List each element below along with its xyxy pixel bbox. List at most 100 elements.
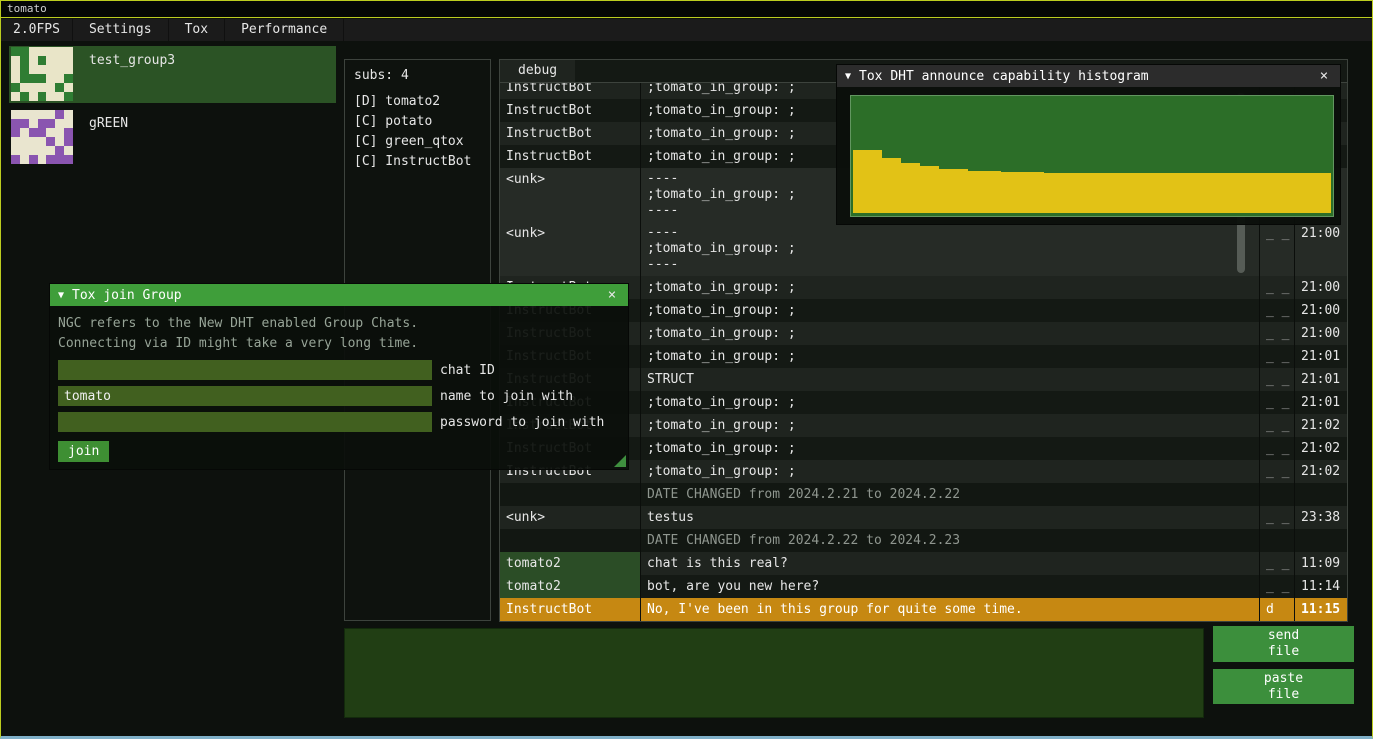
message-text: No, I've been in this group for quite so…: [640, 598, 1259, 622]
message-time: 21:01: [1294, 368, 1347, 391]
join-name-input-label: name to join with: [440, 389, 573, 404]
join-button[interactable]: join: [58, 441, 109, 462]
group-name: gREEN: [89, 116, 128, 131]
message-time: 21:00: [1294, 222, 1347, 276]
histogram-bar: [1001, 172, 1044, 213]
histogram-plot[interactable]: [850, 95, 1334, 217]
sender-name: InstructBot: [500, 145, 640, 168]
window-title: tomato: [7, 2, 47, 15]
delivery-flags: _ _: [1259, 414, 1294, 437]
message-time: [1294, 483, 1347, 506]
join-group-title: Tox join Group: [72, 288, 604, 303]
paste-file-button[interactable]: paste file: [1213, 669, 1354, 704]
message-time: 21:00: [1294, 276, 1347, 299]
send-file-button[interactable]: send file: [1213, 626, 1354, 662]
delivery-flags: _ _: [1259, 345, 1294, 368]
close-icon[interactable]: ×: [604, 287, 620, 303]
fps-indicator: 2.0FPS: [1, 19, 73, 41]
member-item[interactable]: [C] green_qtox: [354, 132, 481, 152]
delivery-flags: [1259, 529, 1294, 552]
delivery-flags: _ _: [1259, 368, 1294, 391]
member-list: [D] tomato2[C] potato[C] green_qtox[C] I…: [354, 92, 481, 172]
delivery-flags: _ _: [1259, 322, 1294, 345]
tab-debug[interactable]: debug: [500, 60, 575, 82]
message-time: 21:00: [1294, 322, 1347, 345]
chat-id-input-label: chat ID: [440, 363, 495, 378]
message-time: 23:38: [1294, 506, 1347, 529]
delivery-flags: _ _: [1259, 460, 1294, 483]
join-fields: chat ID name to join with password to join…: [58, 360, 620, 432]
delivery-flags: _ _: [1259, 552, 1294, 575]
menu-item-tox[interactable]: Tox: [169, 19, 225, 41]
sender-name: tomato2: [500, 575, 640, 598]
message-time: 11:14: [1294, 575, 1347, 598]
join-field-row: chat ID: [58, 360, 620, 380]
histogram-bar: [882, 158, 901, 213]
message-text: ----;tomato_in_group: ;----: [640, 222, 1259, 276]
resize-grip[interactable]: [614, 455, 626, 467]
sender-name: tomato2: [500, 552, 640, 575]
sender-name: <unk>: [500, 222, 640, 276]
app-window: tomato 2.0FPS SettingsToxPerformance tes…: [0, 0, 1373, 739]
sender-name: InstructBot: [500, 598, 640, 622]
group-name: test_group3: [89, 53, 175, 68]
close-icon[interactable]: ×: [1316, 68, 1332, 84]
histogram-bar: [901, 163, 920, 213]
message-time: 11:15: [1294, 598, 1347, 622]
histogram-titlebar[interactable]: ▼ Tox DHT announce capability histogram …: [837, 65, 1340, 87]
send-file-label-line2: file: [1213, 644, 1354, 660]
join-group-titlebar[interactable]: ▼ Tox join Group ×: [50, 284, 628, 306]
collapse-icon[interactable]: ▼: [845, 71, 851, 82]
delivery-flags: _ _: [1259, 222, 1294, 276]
member-item[interactable]: [D] tomato2: [354, 92, 481, 112]
delivery-flags: _ _: [1259, 506, 1294, 529]
chat-message-row[interactable]: <unk>testus_ _23:38: [500, 506, 1347, 529]
sender-name: <unk>: [500, 168, 640, 222]
menu-bar: 2.0FPS SettingsToxPerformance: [1, 19, 1372, 41]
ngc-info-line1: NGC refers to the New DHT enabled Group …: [58, 314, 620, 334]
message-time: 21:02: [1294, 460, 1347, 483]
message-time: 21:02: [1294, 437, 1347, 460]
histogram-bar: [1044, 173, 1331, 213]
chat-message-row[interactable]: InstructBotNo, I've been in this group f…: [500, 598, 1347, 622]
join-password-input-label: password to join with: [440, 415, 604, 430]
member-item[interactable]: [C] potato: [354, 112, 481, 132]
message-text: chat is this real?: [640, 552, 1259, 575]
message-text: testus: [640, 506, 1259, 529]
message-time: 21:00: [1294, 299, 1347, 322]
message-time: 11:09: [1294, 552, 1347, 575]
paste-file-label-line2: file: [1213, 687, 1354, 703]
menu-item-settings[interactable]: Settings: [73, 19, 169, 41]
ngc-info-line2: Connecting via ID might take a very long…: [58, 334, 620, 354]
chat-id-input[interactable]: [58, 360, 432, 380]
menu-items: SettingsToxPerformance: [73, 19, 344, 41]
chat-message-row[interactable]: tomato2bot, are you new here?_ _11:14: [500, 575, 1347, 598]
join-name-input[interactable]: [58, 386, 432, 406]
message-text: ;tomato_in_group: ;: [640, 414, 1259, 437]
sender-name: [500, 483, 640, 506]
send-file-label-line1: send: [1213, 628, 1354, 644]
join-password-input[interactable]: [58, 412, 432, 432]
histogram-bar: [853, 150, 882, 213]
window-titlebar[interactable]: tomato: [1, 1, 1372, 18]
member-item[interactable]: [C] InstructBot: [354, 152, 481, 172]
message-text: ;tomato_in_group: ;: [640, 299, 1259, 322]
chat-message-row[interactable]: tomato2chat is this real?_ _11:09: [500, 552, 1347, 575]
join-group-window: ▼ Tox join Group × NGC refers to the New…: [49, 283, 629, 470]
menu-item-performance[interactable]: Performance: [225, 19, 344, 41]
message-input[interactable]: [344, 628, 1204, 718]
sender-name: [500, 529, 640, 552]
sender-name: <unk>: [500, 506, 640, 529]
message-text: ;tomato_in_group: ;: [640, 391, 1259, 414]
delivery-flags: _ _: [1259, 575, 1294, 598]
chat-message-row[interactable]: <unk>----;tomato_in_group: ;----_ _21:00: [500, 222, 1347, 276]
group-item-gREEN[interactable]: gREEN: [9, 109, 336, 166]
message-time: 21:01: [1294, 391, 1347, 414]
collapse-icon[interactable]: ▼: [58, 290, 64, 301]
date-separator-row[interactable]: DATE CHANGED from 2024.2.21 to 2024.2.22: [500, 483, 1347, 506]
group-item-test_group3[interactable]: test_group3: [9, 46, 336, 103]
join-field-row: password to join with: [58, 412, 620, 432]
group-list: test_group3 gREEN: [9, 46, 336, 172]
date-separator-row[interactable]: DATE CHANGED from 2024.2.22 to 2024.2.23: [500, 529, 1347, 552]
delivery-flags: d: [1259, 598, 1294, 622]
